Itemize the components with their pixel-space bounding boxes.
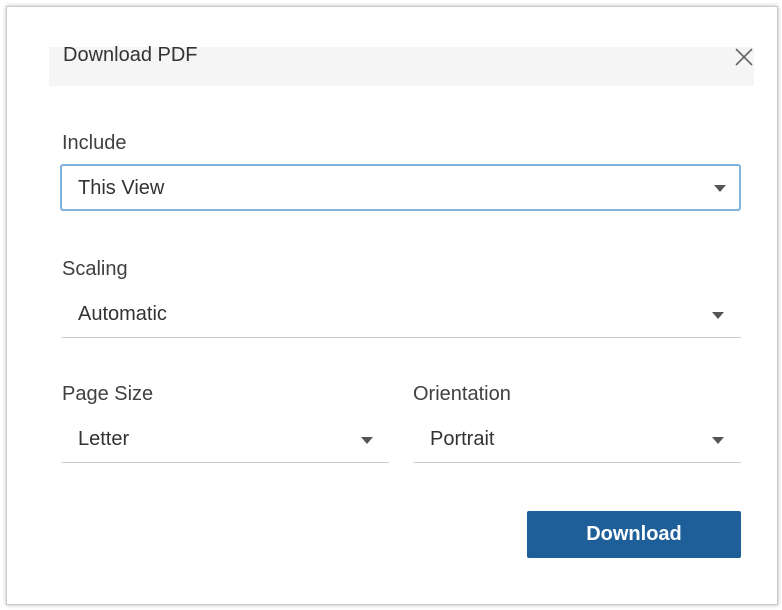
page-size-label: Page Size bbox=[62, 383, 154, 405]
scaling-label: Scaling bbox=[62, 258, 128, 280]
download-button[interactable]: Download bbox=[527, 511, 741, 558]
include-select-value: This View bbox=[78, 177, 165, 199]
chevron-down-icon bbox=[361, 437, 373, 444]
orientation-select-value: Portrait bbox=[430, 428, 495, 450]
dialog-title: Download PDF bbox=[63, 44, 198, 66]
chevron-down-icon bbox=[712, 437, 724, 444]
chevron-down-icon bbox=[714, 185, 726, 192]
orientation-select[interactable]: Portrait bbox=[414, 416, 741, 463]
include-select[interactable]: This View bbox=[60, 164, 741, 211]
include-label: Include bbox=[62, 132, 127, 154]
chevron-down-icon bbox=[712, 312, 724, 319]
dialog-title-bar: Download PDF bbox=[49, 44, 754, 86]
close-icon[interactable] bbox=[732, 45, 756, 69]
page-size-select-value: Letter bbox=[78, 428, 130, 450]
download-pdf-dialog: Download PDF Include This View Scaling A… bbox=[6, 6, 778, 605]
scaling-select[interactable]: Automatic bbox=[62, 291, 741, 338]
orientation-label: Orientation bbox=[413, 383, 511, 405]
scaling-select-value: Automatic bbox=[78, 303, 167, 325]
page-size-select[interactable]: Letter bbox=[62, 416, 389, 463]
